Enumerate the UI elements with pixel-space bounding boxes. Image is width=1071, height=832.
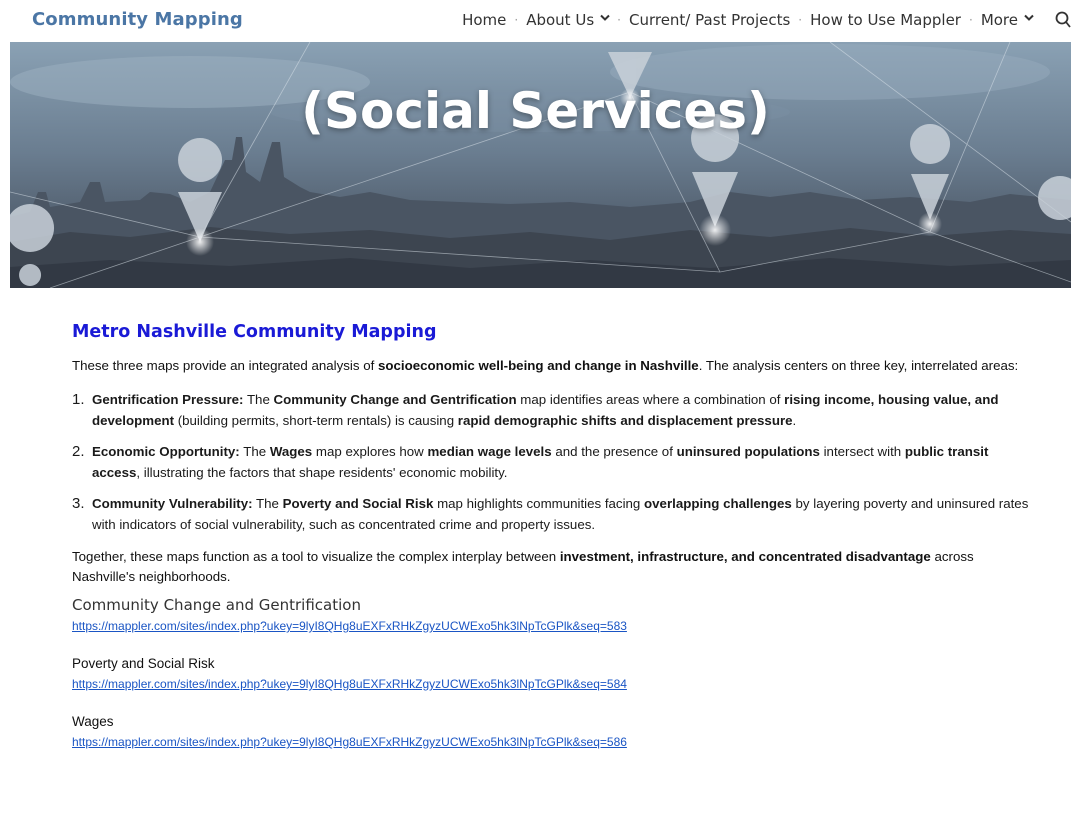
nav-item-label: About Us <box>526 11 595 29</box>
area-emphasis: median wage levels <box>427 444 552 459</box>
search-icon[interactable] <box>1055 11 1071 29</box>
hero-title: (Social Services) <box>301 82 770 140</box>
closing-paragraph: Together, these maps function as a tool … <box>72 547 1032 587</box>
hero-cityscape-image <box>10 42 1071 288</box>
closing-text: Together, these maps function as a tool … <box>72 549 560 564</box>
key-areas-list: 1. Gentrification Pressure: The Community… <box>72 389 1032 535</box>
area-emphasis: Wages <box>269 444 313 459</box>
nav-item-label: Home <box>462 11 507 29</box>
intro-text-end: . The analysis centers on three key, int… <box>698 358 1019 373</box>
list-number: 3. <box>72 495 85 512</box>
area-text: . <box>792 413 797 428</box>
hero-banner: (Social Services) <box>10 42 1071 288</box>
nav-separator: · <box>617 13 621 27</box>
chevron-down-icon <box>600 14 610 23</box>
nav-item-about-us[interactable]: About Us <box>526 11 610 29</box>
area-emphasis: Gentrification Pressure: <box>92 392 244 407</box>
nav-separator: · <box>798 13 803 27</box>
area-text: map identifies areas where a combination… <box>516 392 785 407</box>
map-title-gentrification: Community Change and Gentrification <box>72 596 361 614</box>
key-area-item: 3. Community Vulnerability: The Poverty a… <box>72 493 1032 535</box>
nav-item-how-to-use-mappler[interactable]: How to Use Mappler <box>810 11 961 29</box>
area-text: The <box>252 496 283 511</box>
nav-item-more[interactable]: More <box>980 11 1034 29</box>
main-content: Metro Nashville Community Mapping These … <box>72 322 1032 751</box>
nav-item-label: How to Use Mappler <box>810 11 961 29</box>
area-emphasis: Community Change and Gentrification <box>273 392 517 407</box>
area-text: The <box>243 392 274 407</box>
area-emphasis: uninsured populations <box>676 444 820 459</box>
nav-item-label: More <box>980 11 1018 29</box>
area-emphasis: overlapping challenges <box>644 496 792 511</box>
area-text: map explores how <box>312 444 428 459</box>
chevron-down-icon <box>1024 14 1034 23</box>
list-number: 1. <box>72 391 85 408</box>
area-emphasis: Community Vulnerability: <box>92 496 253 511</box>
list-number: 2. <box>72 443 85 460</box>
area-text: , illustrating the factors that shape re… <box>136 465 508 480</box>
intro-text: These three maps provide an integrated a… <box>72 358 379 373</box>
area-emphasis: rapid demographic shifts and displacemen… <box>457 413 793 428</box>
area-emphasis: Poverty and Social Risk <box>282 496 434 511</box>
map-link-wages[interactable]: https://mappler.com/sites/index.php?ukey… <box>72 733 1032 751</box>
closing-emphasis: investment, infrastructure, and concentr… <box>559 549 931 564</box>
map-link-gentrification[interactable]: https://mappler.com/sites/index.php?ukey… <box>72 617 1032 635</box>
section-heading: Metro Nashville Community Mapping <box>72 322 437 342</box>
key-area-item: 1. Gentrification Pressure: The Community… <box>72 389 1032 431</box>
area-text: intersect with <box>819 444 905 459</box>
area-text: and the presence of <box>551 444 677 459</box>
intro-paragraph: These three maps provide an integrated a… <box>72 356 1032 376</box>
nav-item-label: Current/ Past Projects <box>628 11 791 29</box>
site-title[interactable]: Community Mapping <box>32 9 243 30</box>
map-title-poverty-social-risk: Poverty and Social Risk <box>72 656 215 671</box>
area-text: The <box>239 444 270 459</box>
map-link-poverty-social-risk[interactable]: https://mappler.com/sites/index.php?ukey… <box>72 675 1032 693</box>
main-nav: Home · About Us · Current/ Past Projects… <box>462 11 1071 29</box>
intro-emphasis: socioeconomic well-being and change in N… <box>378 358 699 373</box>
area-text: map highlights communities facing <box>433 496 645 511</box>
nav-separator: · <box>968 13 973 27</box>
nav-item-current-past-projects[interactable]: Current/ Past Projects <box>629 11 790 29</box>
top-nav-bar: Community Mapping Home · About Us · Curr… <box>0 0 1071 42</box>
area-emphasis: Economic Opportunity: <box>92 444 240 459</box>
map-title-wages: Wages <box>72 714 114 729</box>
nav-item-home[interactable]: Home <box>462 11 506 29</box>
key-area-item: 2. Economic Opportunity: The Wages map ex… <box>72 441 1032 483</box>
area-text: (building permits, short-term rentals) i… <box>174 413 458 428</box>
nav-separator: · <box>514 13 519 27</box>
